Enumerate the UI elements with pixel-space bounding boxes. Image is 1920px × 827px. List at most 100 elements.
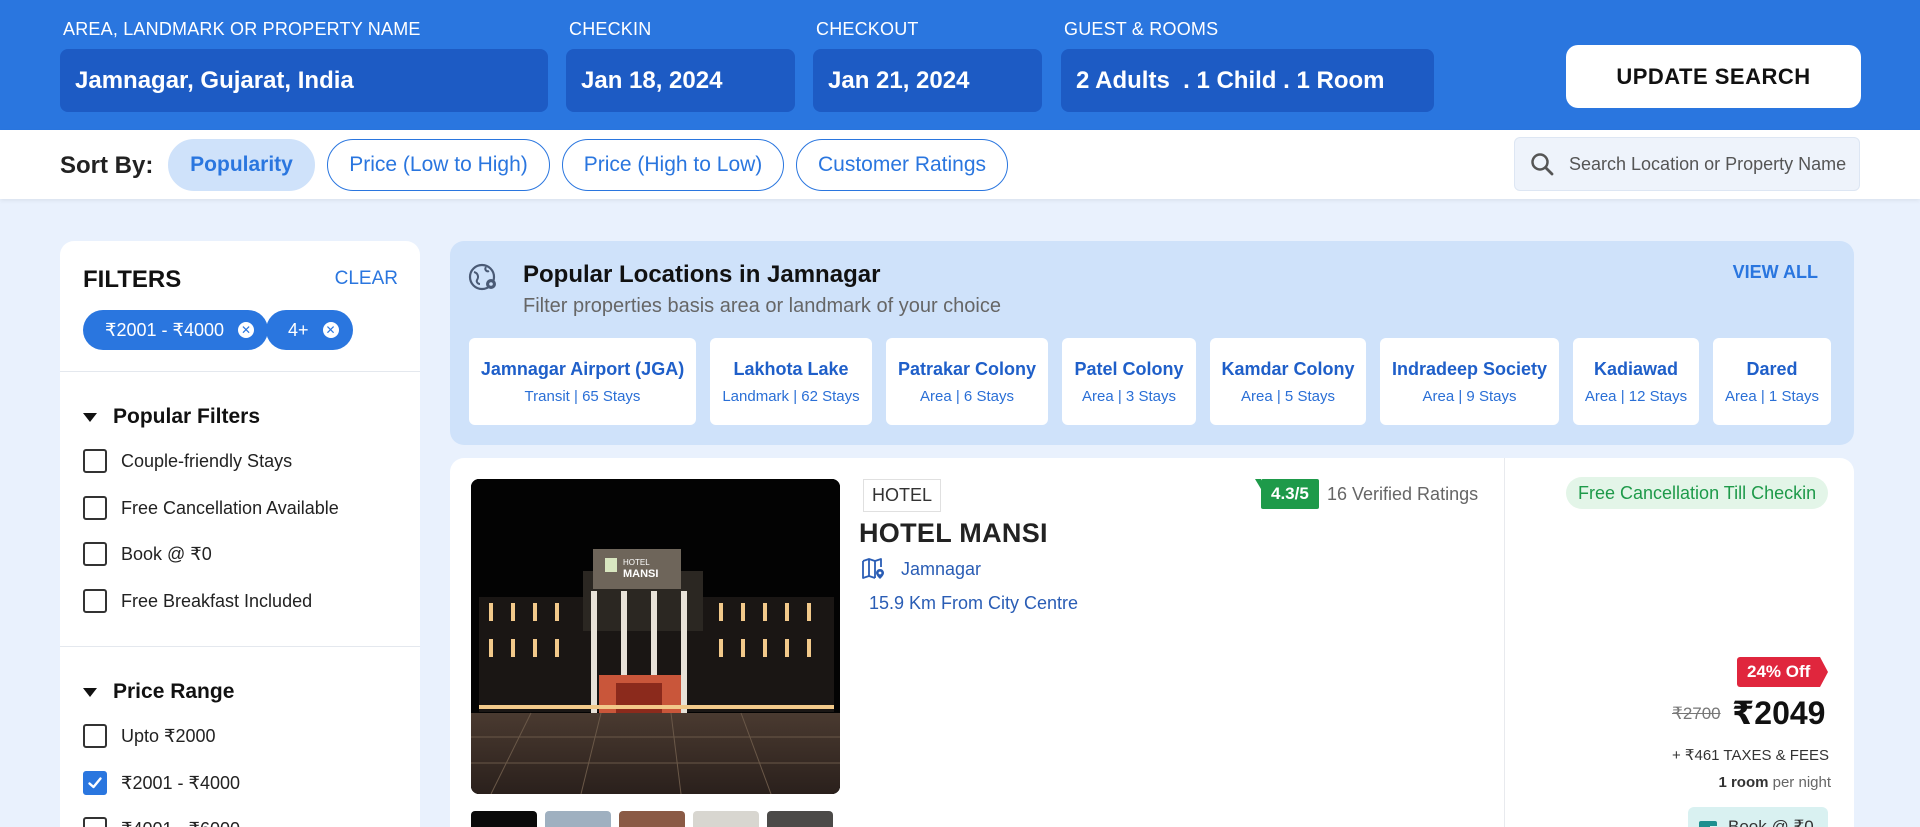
- ratings-count[interactable]: 16 Verified Ratings: [1327, 484, 1478, 505]
- sort-popularity[interactable]: Popularity: [168, 139, 315, 191]
- popular-locations: Popular Locations in Jamnagar Filter pro…: [450, 241, 1854, 445]
- search-input[interactable]: [1569, 153, 1859, 175]
- location-card-patel-colony[interactable]: Patel Colony Area | 3 Stays: [1062, 338, 1196, 425]
- location-meta: Landmark | 62 Stays: [722, 387, 860, 405]
- filters-panel: FILTERS CLEAR ₹2001 - ₹4000 ✕ 4+ ✕ Popul…: [60, 241, 420, 827]
- sort-label: Sort By:: [60, 152, 154, 179]
- book-zero-badge: Book @ ₹0: [1688, 807, 1828, 827]
- sort-price-low-high[interactable]: Price (Low to High): [327, 139, 550, 191]
- location-name: Dared: [1746, 358, 1798, 379]
- location-name: Patrakar Colony: [897, 358, 1037, 379]
- book-zero-label: Book @ ₹0: [1728, 817, 1814, 827]
- checkbox[interactable]: [83, 817, 107, 827]
- filter-label: ₹2001 - ₹4000: [121, 772, 240, 793]
- svg-text:MANSI: MANSI: [623, 568, 658, 580]
- checkbox[interactable]: [83, 496, 107, 520]
- checkbox-checked[interactable]: [83, 771, 107, 795]
- original-price: ₹2700: [1672, 704, 1721, 723]
- filter-chip-label: ₹2001 - ₹4000: [105, 319, 224, 340]
- checkin-label: CHECKIN: [569, 19, 652, 39]
- checkin-field[interactable]: Jan 18, 2024: [566, 49, 795, 112]
- svg-text:HOTEL: HOTEL: [623, 558, 650, 567]
- checkbox[interactable]: [83, 589, 107, 613]
- property-search[interactable]: [1514, 137, 1860, 191]
- location-meta: Area | 12 Stays: [1584, 387, 1688, 405]
- popular-filters-title: Popular Filters: [113, 405, 261, 428]
- location-name: Jamnagar Airport (JGA): [480, 358, 685, 379]
- clear-filters-link[interactable]: CLEAR: [335, 268, 398, 290]
- search-icon: [1531, 153, 1554, 176]
- filter-label: Couple-friendly Stays: [121, 450, 293, 471]
- popular-filters-header[interactable]: Popular Filters: [83, 405, 260, 429]
- current-price: ₹2049: [1732, 695, 1826, 731]
- filter-label: Free Breakfast Included: [121, 590, 313, 611]
- hotel-thumbnail[interactable]: [471, 811, 537, 827]
- filter-chip-label: 4+: [288, 319, 309, 340]
- checkout-field[interactable]: Jan 21, 2024: [813, 49, 1042, 112]
- hotel-building-image: HOTEL MANSI: [471, 479, 840, 794]
- location-meta: Area | 1 Stays: [1725, 387, 1819, 405]
- globe-location-icon: [468, 263, 496, 291]
- guests-field[interactable]: 2 Adults . 1 Child . 1 Room: [1061, 49, 1434, 112]
- hotel-photo[interactable]: HOTEL MANSI: [471, 479, 840, 794]
- filter-label: Free Cancellation Available: [121, 497, 339, 518]
- location-name: Lakhota Lake: [733, 358, 849, 379]
- sort-bar: Sort By: Popularity Price (Low to High) …: [0, 130, 1920, 199]
- search-header: AREA, LANDMARK OR PROPERTY NAME Jamnagar…: [0, 0, 1920, 130]
- checkbox[interactable]: [83, 449, 107, 473]
- caret-down-icon: [83, 687, 97, 697]
- location-card-jamnagar-airport[interactable]: Jamnagar Airport (JGA) Transit | 65 Stay…: [469, 338, 696, 425]
- checkbox[interactable]: [83, 542, 107, 566]
- filters-title: FILTERS: [83, 266, 182, 293]
- update-search-button[interactable]: UPDATE SEARCH: [1566, 45, 1861, 108]
- filter-price-upto-2000[interactable]: Upto ₹2000: [83, 724, 216, 748]
- location-meta: Area | 3 Stays: [1082, 387, 1176, 405]
- location-card-kadiawad[interactable]: Kadiawad Area | 12 Stays: [1573, 338, 1699, 425]
- filter-chip-price[interactable]: ₹2001 - ₹4000 ✕: [83, 310, 268, 350]
- filter-free-cancellation[interactable]: Free Cancellation Available: [83, 496, 339, 520]
- location-meta: Transit | 65 Stays: [524, 387, 641, 405]
- caret-down-icon: [83, 412, 97, 422]
- hotel-thumbnail[interactable]: [693, 811, 759, 827]
- guests-label: GUEST & ROOMS: [1064, 19, 1219, 39]
- hotel-card[interactable]: HOTEL MANSI HOTEL 4.3/5 16 Verified Rati…: [450, 458, 1854, 827]
- location-card-patrakar-colony[interactable]: Patrakar Colony Area | 6 Stays: [886, 338, 1048, 425]
- filter-chip-rating[interactable]: 4+ ✕: [266, 310, 353, 350]
- filter-price-4001-6000[interactable]: ₹4001 - ₹6000: [83, 817, 240, 827]
- area-label: AREA, LANDMARK OR PROPERTY NAME: [63, 19, 421, 39]
- free-cancellation-badge: Free Cancellation Till Checkin: [1566, 477, 1829, 509]
- close-icon[interactable]: ✕: [238, 322, 254, 338]
- rating-badge: 4.3/5: [1255, 479, 1319, 509]
- filter-price-2001-4000[interactable]: ₹2001 - ₹4000: [83, 771, 240, 795]
- location-card-lakhota-lake[interactable]: Lakhota Lake Landmark | 62 Stays: [710, 338, 872, 425]
- sort-customer-ratings[interactable]: Customer Ratings: [796, 139, 1008, 191]
- checkbox[interactable]: [83, 724, 107, 748]
- sort-price-high-low[interactable]: Price (High to Low): [562, 139, 784, 191]
- location-name: Kadiawad: [1593, 358, 1679, 379]
- price-range-header[interactable]: Price Range: [83, 680, 234, 704]
- location-card-indradeep-society[interactable]: Indradeep Society Area | 9 Stays: [1380, 338, 1559, 425]
- location-name: Patel Colony: [1074, 358, 1184, 379]
- hotel-name[interactable]: HOTEL MANSI: [859, 518, 1048, 549]
- filter-couple-friendly[interactable]: Couple-friendly Stays: [83, 449, 292, 473]
- area-field[interactable]: Jamnagar, Gujarat, India: [60, 49, 548, 112]
- filter-book-zero[interactable]: Book @ ₹0: [83, 542, 212, 566]
- location-meta: Area | 9 Stays: [1422, 387, 1517, 405]
- filter-free-breakfast[interactable]: Free Breakfast Included: [83, 589, 312, 613]
- room-count: 1 room: [1718, 774, 1769, 791]
- close-icon[interactable]: ✕: [322, 322, 339, 338]
- divider: [60, 371, 420, 372]
- popular-locations-title: Popular Locations in Jamnagar: [523, 261, 881, 288]
- location-meta: Area | 5 Stays: [1241, 387, 1335, 405]
- hotel-thumbnail[interactable]: [545, 811, 611, 827]
- hotel-thumbnail[interactable]: [619, 811, 685, 827]
- hotel-thumbnail[interactable]: [767, 811, 833, 827]
- hotel-city[interactable]: Jamnagar: [901, 559, 981, 580]
- location-card-kamdar-colony[interactable]: Kamdar Colony Area | 5 Stays: [1210, 338, 1366, 425]
- filter-label: Book @ ₹0: [121, 543, 212, 564]
- view-all-link[interactable]: VIEW ALL: [1733, 262, 1818, 283]
- per-night-label: per night: [1772, 774, 1831, 791]
- divider: [60, 646, 420, 647]
- checkout-label: CHECKOUT: [816, 19, 919, 39]
- location-card-dared[interactable]: Dared Area | 1 Stays: [1713, 338, 1831, 425]
